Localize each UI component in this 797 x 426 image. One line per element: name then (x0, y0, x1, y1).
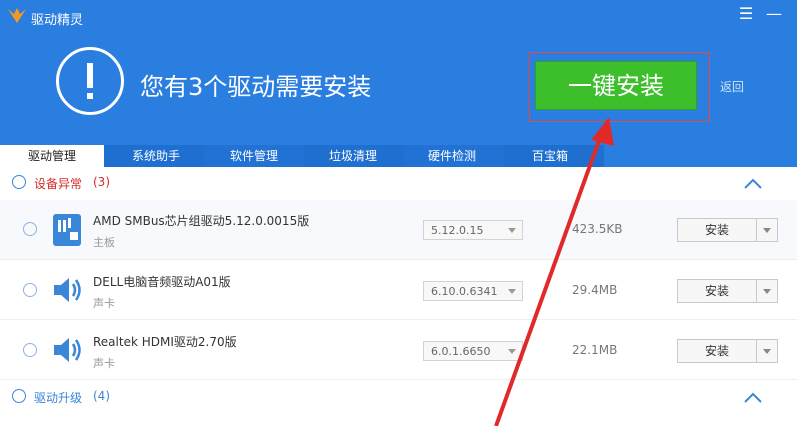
version-value: 5.12.0.15 (431, 224, 484, 237)
version-select[interactable]: 6.10.0.6341 (423, 281, 523, 301)
install-options-dropdown[interactable] (756, 218, 778, 242)
tab-junk-cleanup[interactable]: 垃圾清理 (305, 145, 401, 167)
driver-type: 声卡 (93, 357, 115, 370)
driver-row: DELL电脑音频驱动A01版 声卡 6.10.0.6341 29.4MB 安装 (0, 260, 797, 320)
tab-hardware-detection[interactable]: 硬件检测 (404, 145, 500, 167)
driver-row: Realtek HDMI驱动2.70版 声卡 6.0.1.6650 22.1MB… (0, 320, 797, 380)
headline: 您有3个驱动需要安装 (140, 73, 372, 101)
speaker-icon (54, 278, 81, 302)
menu-icon[interactable]: ☰ (736, 4, 756, 24)
driver-type: 主板 (93, 236, 115, 249)
chevron-down-icon (763, 228, 771, 233)
chevron-down-icon (763, 289, 771, 294)
section-count: (4) (93, 389, 110, 403)
chevron-up-icon[interactable] (743, 391, 763, 405)
version-value: 6.0.1.6650 (431, 345, 491, 358)
section-label: 驱动升级 (34, 391, 83, 405)
one-click-install-button[interactable]: 一键安装 (535, 61, 697, 110)
minimize-icon[interactable]: — (764, 4, 784, 24)
install-options-dropdown[interactable] (756, 279, 778, 303)
driver-name: AMD SMBus芯片组驱动5.12.0.0015版 (93, 214, 310, 228)
check-circle-icon[interactable] (23, 343, 37, 357)
install-options-dropdown[interactable] (756, 339, 778, 363)
driver-name: DELL电脑音频驱动A01版 (93, 275, 231, 289)
chevron-up-icon[interactable] (743, 177, 763, 191)
chevron-down-icon (508, 228, 516, 233)
check-circle-icon[interactable] (23, 222, 37, 236)
check-circle-icon[interactable] (12, 175, 26, 189)
driver-name: Realtek HDMI驱动2.70版 (93, 335, 237, 349)
version-select[interactable]: 6.0.1.6650 (423, 341, 523, 361)
app-title: 驱动精灵 (31, 13, 84, 28)
tab-system-assistant[interactable]: 系统助手 (108, 145, 204, 167)
section-upgrade[interactable]: 驱动升级 (4) (0, 381, 797, 413)
version-value: 6.10.0.6341 (431, 285, 498, 298)
back-link[interactable]: 返回 (720, 78, 744, 95)
chevron-down-icon (763, 349, 771, 354)
driver-row: AMD SMBus芯片组驱动5.12.0.0015版 主板 5.12.0.15 … (0, 200, 797, 260)
install-button[interactable]: 安装 (677, 218, 757, 242)
section-count: (3) (93, 175, 110, 189)
app-logo-icon (8, 8, 26, 23)
section-label: 设备异常 (34, 177, 83, 191)
section-abnormal[interactable]: 设备异常 (3) (0, 167, 797, 199)
driver-type: 声卡 (93, 297, 115, 310)
driver-size: 423.5KB (572, 222, 623, 236)
driver-size: 29.4MB (572, 283, 618, 297)
check-circle-icon[interactable] (12, 389, 26, 403)
tab-driver-management[interactable]: 驱动管理 (0, 145, 104, 167)
install-button[interactable]: 安装 (677, 279, 757, 303)
motherboard-icon (53, 214, 81, 246)
version-select[interactable]: 5.12.0.15 (423, 220, 523, 240)
tab-toolbox[interactable]: 百宝箱 (502, 145, 598, 167)
speaker-icon (54, 338, 81, 362)
tab-software-management[interactable]: 软件管理 (206, 145, 302, 167)
install-button[interactable]: 安装 (677, 339, 757, 363)
driver-size: 22.1MB (572, 343, 618, 357)
chevron-down-icon (508, 349, 516, 354)
chevron-down-icon (508, 289, 516, 294)
check-circle-icon[interactable] (23, 283, 37, 297)
exclamation-circle-icon (56, 47, 124, 115)
